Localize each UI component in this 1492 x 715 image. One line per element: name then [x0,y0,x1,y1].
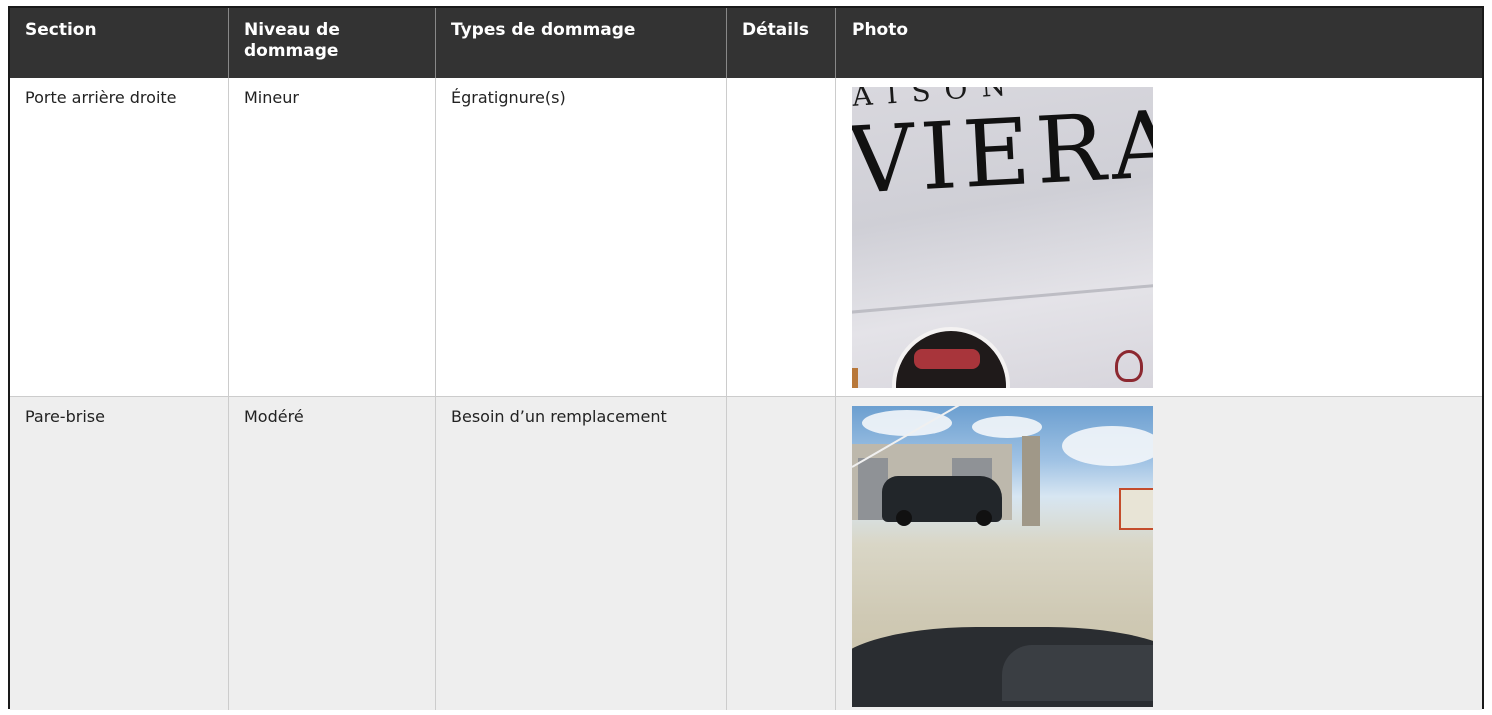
photo-pole [1022,436,1040,526]
table-header: Section Niveau de dommage Types de domma… [10,8,1482,78]
table-row: Pare-brise Modéré Besoin d’un remplaceme… [10,396,1482,710]
damage-table: Section Niveau de dommage Types de domma… [8,6,1484,710]
photo-lettering-main: VIERA [852,90,1153,215]
header-niveau: Niveau de dommage [229,8,436,78]
table-row: Porte arrière droite Mineur Égratignure(… [10,78,1482,396]
photo-wheel [896,510,912,526]
photo-red-mark [1115,350,1143,382]
cell-section: Pare-brise [10,397,229,710]
cell-details [727,78,836,396]
photo-cloud [1062,426,1153,466]
photo-stripe [852,282,1153,315]
photo-badge-label [914,349,980,369]
photo-cloud [862,410,952,436]
cell-niveau: Mineur [229,78,436,396]
header-details: Détails [727,8,836,78]
photo-wheel [976,510,992,526]
cell-types: Égratignure(s) [436,78,727,396]
header-photo: Photo [852,20,909,40]
cell-niveau: Modéré [229,397,436,710]
damage-photo-windshield[interactable] [852,406,1153,707]
header-types: Types de dommage [436,8,727,78]
cell-section: Porte arrière droite [10,78,229,396]
cell-details [727,397,836,710]
photo-trailer [1119,488,1153,530]
damage-photo-rear-door[interactable]: AISON VIERA [852,87,1153,388]
photo-edge [852,368,858,388]
cell-types: Besoin d’un remplacement [436,397,727,710]
header-section: Section [10,8,229,78]
cell-photo [836,397,1482,710]
photo-cloud [972,416,1042,438]
photo-dashboard-panel [1002,645,1153,701]
cell-photo: AISON VIERA [836,78,1482,396]
